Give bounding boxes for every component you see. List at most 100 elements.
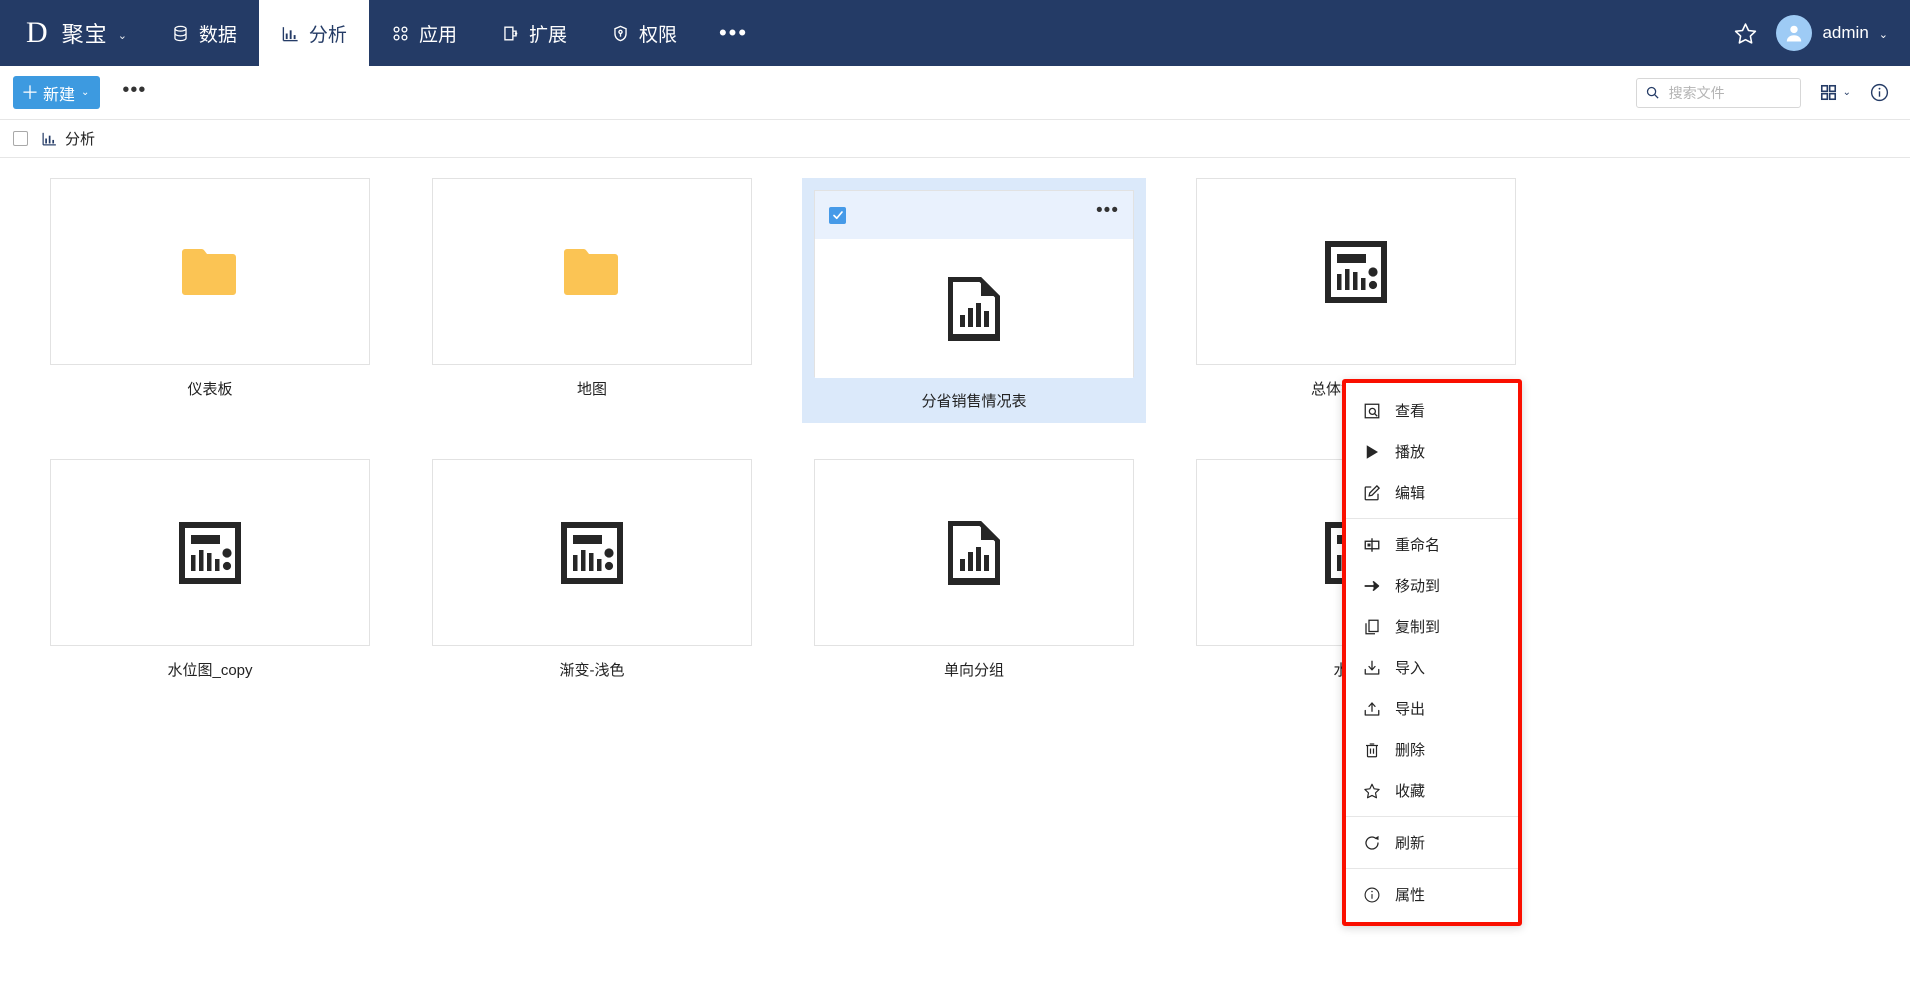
file-card-thumbnail[interactable]: ••• [814,190,1134,378]
context-menu-item-import[interactable]: 导入 [1346,647,1518,688]
folder-icon [562,246,622,298]
user-menu[interactable]: admin ⌄ [1776,15,1888,51]
file-card-label: 地图 [576,381,607,398]
chevron-down-icon[interactable]: ⌄ [1879,28,1888,41]
info-circle-icon[interactable] [1869,82,1890,103]
file-card-more-button[interactable]: ••• [1096,201,1119,222]
grid-view-icon [1819,83,1838,102]
search-input[interactable] [1666,83,1792,102]
nav-tab-permissions[interactable]: 权限 [589,0,699,66]
nav-tab-extensions[interactable]: 扩展 [479,0,589,66]
file-card-map-folder[interactable]: 地图 [432,178,752,423]
context-menu-separator [1346,816,1518,817]
chevron-down-icon[interactable]: ⌄ [118,29,127,42]
file-card-label: 仪表板 [187,381,233,398]
star-outline-icon[interactable] [1733,21,1758,46]
file-card-thumbnail[interactable] [50,459,370,646]
copy-icon [1362,617,1381,636]
file-card-dashboard-folder[interactable]: 仪表板 [50,178,370,423]
chevron-down-icon: ⌄ [1842,87,1851,98]
file-card-thumbnail[interactable] [432,459,752,646]
context-menu-label: 重命名 [1395,537,1441,554]
search-box[interactable] [1635,77,1801,108]
info-circle-icon [1362,885,1381,904]
context-menu-label: 查看 [1395,403,1426,420]
context-menu-label: 导出 [1395,701,1426,718]
context-menu-item-export[interactable]: 导出 [1346,688,1518,729]
file-card-thumbnail[interactable] [50,178,370,365]
new-button-label: 新建 [43,86,76,104]
new-button[interactable]: ＋ 新建 ⌄ [13,76,101,109]
file-card-gradient-light[interactable]: 渐变-浅色 [432,459,752,680]
nav-tab-label: 应用 [418,24,457,46]
file-card-label: 水位图_copy [167,662,253,679]
context-menu-item-move-to[interactable]: 移动到 [1346,565,1518,606]
nav-tab-apps[interactable]: 应用 [369,0,479,66]
toolbar-more-button[interactable]: ••• [118,80,150,106]
dashboard-icon [561,521,623,584]
context-menu-item-delete[interactable]: 删除 [1346,729,1518,770]
nav-tab-analysis[interactable]: 分析 [258,0,369,66]
file-card-label: 分省销售情况表 [921,393,1027,410]
nav-tab-data[interactable]: 数据 [149,0,259,66]
context-menu-separator [1346,518,1518,519]
view-mode-toggle[interactable]: ⌄ [1819,83,1851,102]
context-menu-separator [1346,868,1518,869]
star-outline-icon [1362,781,1381,800]
extension-icon [501,24,520,43]
breadcrumb-bar: 分析 [0,119,1910,158]
file-card-thumbnail[interactable] [814,459,1134,646]
file-card-water-level-copy[interactable]: 水位图_copy [50,459,370,680]
export-icon [1362,699,1381,718]
toolbar-right-group: ⌄ [1635,77,1890,108]
file-card-province-sales-report[interactable]: ••• 分省销售情况表 [802,178,1146,423]
file-grid-row: 水位图_copy 渐变-浅色 单向分组 [0,459,1910,680]
context-menu-label: 属性 [1395,887,1426,904]
context-menu-label: 移动到 [1395,578,1441,595]
context-menu-label: 收藏 [1395,783,1426,800]
document-chart-icon [946,275,1002,343]
import-icon [1362,658,1381,677]
top-right-actions: admin ⌄ [1733,0,1910,66]
context-menu-label: 导入 [1395,660,1426,677]
plus-icon: ＋ [21,82,39,103]
context-menu-item-favorite[interactable]: 收藏 [1346,770,1518,811]
breadcrumb-label: 分析 [65,131,96,148]
file-card-preview [815,239,1133,378]
file-card-thumbnail[interactable] [432,178,752,365]
context-menu-item-play[interactable]: 播放 [1346,431,1518,472]
bar-chart-icon [281,24,300,43]
select-all-checkbox[interactable] [13,131,28,146]
user-name-label: admin [1822,23,1869,42]
file-card-checkbox[interactable] [829,206,846,224]
file-card-thumbnail[interactable] [1196,178,1516,365]
file-card-label: 渐变-浅色 [559,662,625,679]
context-menu-item-refresh[interactable]: 刷新 [1346,822,1518,863]
nav-tab-label: 分析 [308,24,347,46]
file-grid-row: 仪表板 地图 ••• 分省销售情况表 [0,178,1910,423]
app-logo-icon: D [26,16,48,49]
nav-more-button[interactable]: ••• [699,0,768,66]
folder-icon [180,246,240,298]
nav-tab-label: 权限 [638,24,677,46]
file-card-one-way-group[interactable]: 单向分组 [814,459,1134,680]
context-menu-label: 复制到 [1395,619,1441,636]
context-menu-item-properties[interactable]: 属性 [1346,874,1518,915]
chevron-down-icon: ⌄ [81,87,90,98]
search-icon [1645,85,1660,100]
brand-home-link[interactable]: D 聚宝 ⌄ [0,0,149,66]
nav-tab-label: 扩展 [528,24,567,46]
nav-tab-label: 数据 [198,24,237,46]
refresh-icon [1362,833,1381,852]
context-menu-item-rename[interactable]: 重命名 [1346,524,1518,565]
context-menu-label: 刷新 [1395,835,1426,852]
file-grid: 仪表板 地图 ••• 分省销售情况表 水位图_copy 渐变-浅色 单向分组 查… [0,158,1910,987]
rename-icon [1362,535,1381,554]
context-menu-item-copy-to[interactable]: 复制到 [1346,606,1518,647]
breadcrumb-item-analysis[interactable]: 分析 [41,128,95,149]
trash-icon [1362,740,1381,759]
context-menu-item-edit[interactable]: 编辑 [1346,472,1518,513]
play-icon [1362,442,1381,461]
preview-icon [1362,401,1381,420]
context-menu-item-view[interactable]: 查看 [1346,390,1518,431]
